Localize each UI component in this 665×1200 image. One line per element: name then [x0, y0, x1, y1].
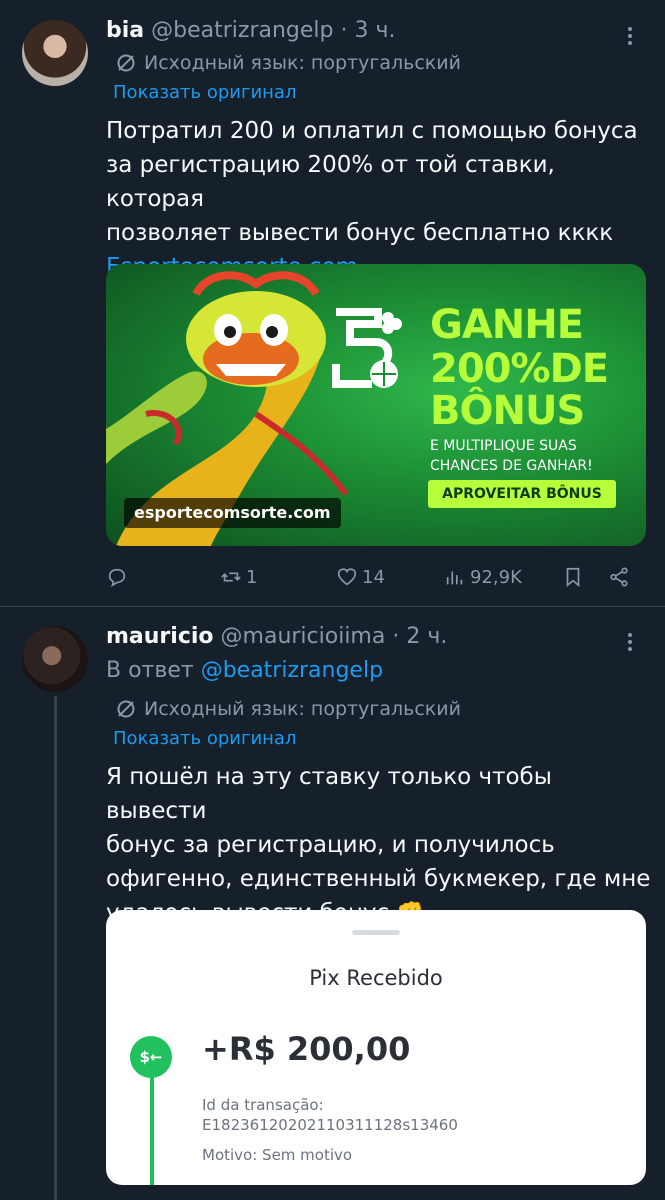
reply-prefix: В ответ [106, 658, 194, 683]
more-options-icon[interactable] [620, 630, 640, 654]
tweet-line: за регистрацию 200% от той ставки, котор… [106, 152, 555, 212]
transaction-id-value: E18236120202110311128s13460 [202, 1116, 458, 1134]
bookmark-icon [566, 567, 580, 588]
pix-receipt-image[interactable]: Pix Recebido $← +R$ 200,00 Id da transaç… [106, 910, 646, 1185]
ad-subtitle-line: CHANCES DE GANHAR! [430, 458, 593, 474]
share-icon [610, 567, 628, 587]
ad-headline: 200%DE [430, 346, 609, 392]
retweet-count: 1 [246, 566, 258, 588]
author-handle[interactable]: @beatrizrangelp [151, 18, 333, 43]
tweet-line: Я пошёл на эту ставку только чтобы вывес… [106, 764, 552, 824]
reply-button[interactable] [106, 562, 132, 592]
retweet-button[interactable]: 1 [220, 562, 257, 592]
ad-headline: GANHE [430, 302, 584, 348]
author-name[interactable]: bia [106, 18, 144, 43]
avatar-bia[interactable] [22, 20, 88, 86]
more-options-icon[interactable] [620, 24, 640, 48]
transaction-reason: Motivo: Sem motivo [202, 1146, 353, 1164]
translation-notice: Исходный язык: португальский [116, 52, 461, 74]
translation-label: Исходный язык: португальский [144, 52, 461, 74]
receipt-title: Pix Recebido [309, 966, 443, 990]
view-count: 92,9K [470, 566, 522, 588]
transaction-id-label: Id da transação: [202, 1096, 324, 1114]
like-button[interactable]: 14 [336, 562, 385, 592]
ad-subtitle-line: E MULTIPLIQUE SUAS [430, 438, 577, 454]
ad-cta-button[interactable]: APROVEITAR BÔNUS [428, 480, 616, 508]
views-chart-icon [446, 571, 463, 585]
tweet-body: Потратил 200 и оплатил с помощью бонуса … [106, 114, 651, 284]
heart-icon [337, 568, 357, 586]
translate-slash-icon [117, 54, 135, 72]
ad-url-overlay[interactable]: esportecomsorte.com [124, 498, 341, 528]
bookmark-button[interactable] [562, 562, 584, 592]
tweet-line: офигенно, единственный букмекер, где мне [106, 866, 651, 892]
tweet-line: бонус за регистрацию, и получилось [106, 832, 555, 858]
thread-connector-line [54, 696, 57, 1200]
ad-image-card[interactable]: GANHE 200%DE BÔNUS E MULTIPLIQUE SUAS CH… [106, 264, 646, 546]
tweet-header: mauricio @mauricioiima · 2 ч. [106, 624, 447, 649]
ad-headline: BÔNUS [430, 388, 585, 434]
brand-logo-icon [332, 308, 402, 388]
reply-mention-link[interactable]: @beatrizrangelp [201, 658, 383, 683]
translation-label: Исходный язык: португальский [144, 698, 461, 720]
ad-subtitle: E MULTIPLIQUE SUAS CHANCES DE GANHAR! [430, 436, 593, 476]
pix-received-icon: $← [130, 1036, 172, 1078]
translation-notice: Исходный язык: португальский [116, 698, 461, 720]
like-count: 14 [362, 566, 385, 588]
translate-slash-icon [117, 700, 135, 718]
tweet-time[interactable]: · 3 ч. [341, 18, 396, 43]
reply-context: В ответ @beatrizrangelp [106, 658, 383, 683]
tweet-action-bar: 1 14 92,9K [106, 562, 646, 592]
retweet-icon [221, 572, 241, 582]
tweet-line: позволяет вывести бонус бесплатно кккк [106, 220, 614, 246]
tweet-header: bia @beatrizrangelp · 3 ч. [106, 18, 395, 43]
tweet-line: Потратил 200 и оплатил с помощью бонуса [106, 118, 638, 144]
show-original-link[interactable]: Показать оригинал [113, 82, 296, 103]
author-name[interactable]: mauricio [106, 624, 214, 649]
reply-icon [108, 568, 126, 587]
author-handle[interactable]: @mauricioiima [221, 624, 386, 649]
tweet-divider [0, 606, 665, 607]
tweet-time[interactable]: · 2 ч. [392, 624, 447, 649]
show-original-link[interactable]: Показать оригинал [113, 728, 296, 749]
share-button[interactable] [608, 562, 630, 592]
sheet-drag-handle [352, 930, 400, 935]
tweet-body: Я пошёл на эту ставку только чтобы вывес… [106, 760, 651, 930]
views-button[interactable]: 92,9K [444, 562, 522, 592]
receipt-amount: +R$ 200,00 [202, 1030, 411, 1068]
avatar-mauricio[interactable] [22, 626, 88, 692]
